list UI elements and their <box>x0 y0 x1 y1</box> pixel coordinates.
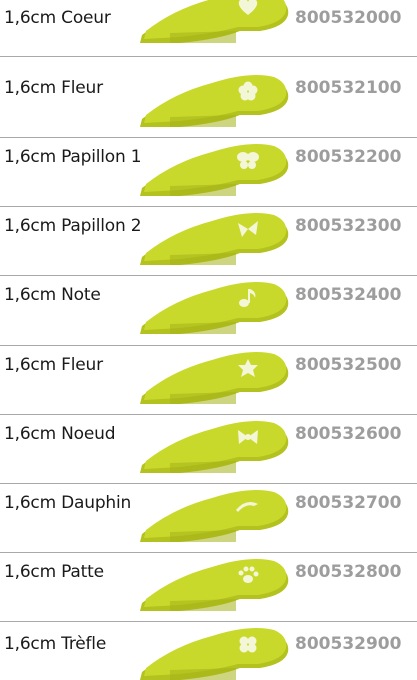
product-label: 1,6cm Trèfle <box>4 634 107 654</box>
product-code: 800532300 <box>295 216 402 236</box>
craft-punch-image <box>140 421 289 473</box>
product-label: 1,6cm Note <box>4 285 101 305</box>
list-item: 1,6cm Coeur 800532000 <box>0 0 417 57</box>
craft-punch-image <box>140 559 289 611</box>
product-label: 1,6cm Noeud <box>4 424 116 444</box>
product-code: 800532800 <box>295 562 402 582</box>
product-code: 800532700 <box>295 493 402 513</box>
craft-punch-image <box>140 282 289 334</box>
product-code: 800532400 <box>295 285 402 305</box>
product-label: 1,6cm Fleur <box>4 355 103 375</box>
product-label: 1,6cm Dauphin <box>4 493 132 513</box>
craft-punch-image <box>140 0 289 43</box>
product-code: 800532600 <box>295 424 402 444</box>
product-label: 1,6cm Coeur <box>4 8 111 28</box>
product-list: 1,6cm Coeur 800532000 1,6cm Fleur 800532100… <box>0 0 417 680</box>
craft-punch-image <box>140 75 289 127</box>
product-label: 1,6cm Papillon 1 <box>4 147 142 167</box>
craft-punch-image <box>140 213 289 265</box>
craft-punch-image <box>140 628 289 680</box>
product-code: 800532000 <box>295 8 402 28</box>
product-code: 800532100 <box>295 78 402 98</box>
product-code: 800532900 <box>295 634 402 654</box>
product-code: 800532200 <box>295 147 402 167</box>
list-item: 1,6cm Trèfle 800532900 <box>0 622 417 680</box>
product-label: 1,6cm Patte <box>4 562 104 582</box>
product-label: 1,6cm Fleur <box>4 78 103 98</box>
craft-punch-image <box>140 490 289 542</box>
product-label: 1,6cm Papillon 2 <box>4 216 142 236</box>
craft-punch-image <box>140 144 289 196</box>
product-code: 800532500 <box>295 355 402 375</box>
craft-punch-image <box>140 352 289 404</box>
